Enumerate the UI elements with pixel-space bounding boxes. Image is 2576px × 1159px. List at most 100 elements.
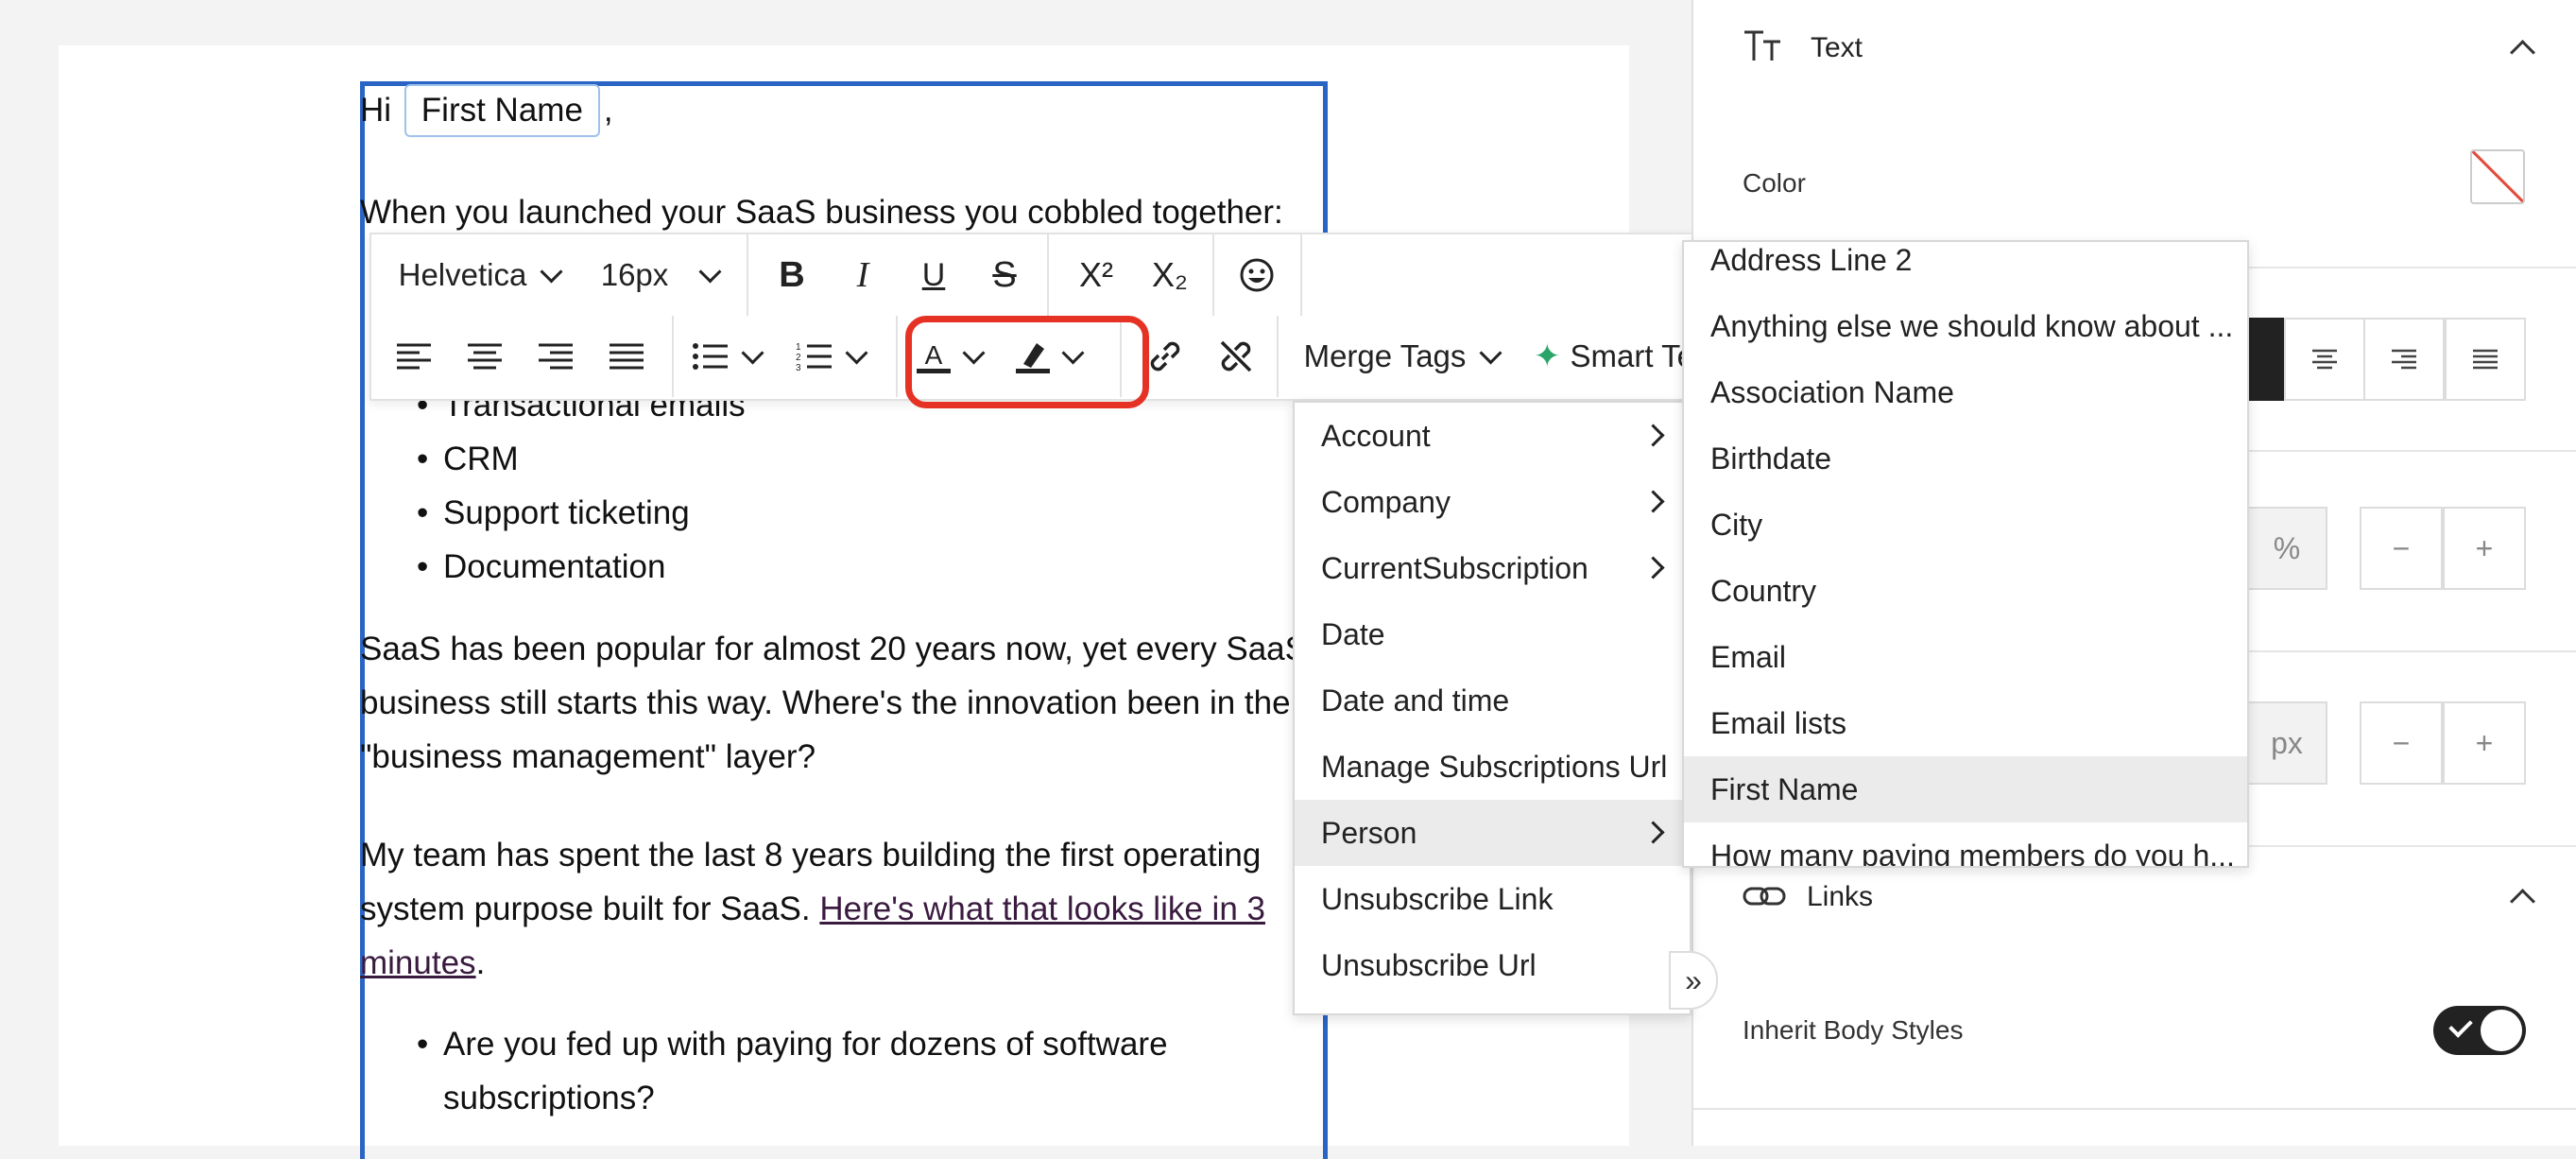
menu-item-paying-members[interactable]: How many paying members do you h... bbox=[1684, 822, 2247, 866]
divider bbox=[1300, 234, 1302, 316]
paragraph-line: "business management" layer? bbox=[360, 738, 816, 775]
menu-item-date-and-time[interactable]: Date and time bbox=[1295, 667, 1690, 734]
list-item: • Are you fed up with paying for dozens … bbox=[360, 1017, 1305, 1125]
menu-item-first-name[interactable]: First Name bbox=[1684, 756, 2247, 822]
list-item-text: Are you fed up with paying for dozens of… bbox=[443, 1026, 1168, 1063]
person-submenu: Address Line 2 Anything else we should k… bbox=[1682, 240, 2249, 868]
svg-text:3: 3 bbox=[796, 363, 801, 372]
menu-item-label: Manage Subscriptions Url bbox=[1321, 750, 1668, 784]
font-family-select[interactable]: Helvetica bbox=[394, 234, 564, 316]
list-item-text: subscriptions? bbox=[443, 1080, 655, 1116]
menu-item-city[interactable]: City bbox=[1684, 492, 2247, 558]
menu-item-country[interactable]: Country bbox=[1684, 558, 2247, 624]
menu-item-birthdate[interactable]: Birthdate bbox=[1684, 425, 2247, 492]
menu-item-unsubscribe-link[interactable]: Unsubscribe Link bbox=[1295, 866, 1690, 932]
video-link[interactable]: Here's what that looks like in 3 bbox=[819, 891, 1265, 927]
divider bbox=[896, 316, 898, 397]
intro-line: When you launched your SaaS business you… bbox=[360, 194, 1283, 231]
align-left-active[interactable] bbox=[2246, 318, 2284, 401]
menu-item-association-name[interactable]: Association Name bbox=[1684, 359, 2247, 425]
divider bbox=[747, 234, 748, 316]
menu-item-current-subscription[interactable]: CurrentSubscription bbox=[1295, 535, 1690, 601]
menu-item-label: Company bbox=[1321, 485, 1451, 519]
menu-item-label: Date bbox=[1321, 617, 1385, 651]
unlink-icon[interactable] bbox=[1203, 316, 1269, 397]
paragraph-line: minutes. bbox=[360, 936, 1305, 990]
menu-item-manage-subscriptions-url[interactable]: Manage Subscriptions Url bbox=[1295, 734, 1690, 800]
chevron-down-icon bbox=[698, 259, 722, 284]
menu-item-account[interactable]: Account bbox=[1295, 403, 1690, 469]
merge-tags-menu: Account Company CurrentSubscription Date… bbox=[1293, 401, 1692, 1015]
paragraph-line: system purpose built for SaaS. Here's wh… bbox=[360, 882, 1305, 936]
menu-item-anything-else[interactable]: Anything else we should know about ... bbox=[1684, 293, 2247, 359]
divider bbox=[1277, 316, 1279, 397]
strikethrough-button[interactable]: S bbox=[971, 234, 1038, 316]
divider bbox=[672, 316, 674, 397]
paragraph-line: business still starts this way. Where's … bbox=[360, 684, 1291, 721]
menu-item-label: Account bbox=[1321, 419, 1431, 453]
check-icon bbox=[2448, 1013, 2473, 1038]
italic-button[interactable]: I bbox=[830, 234, 896, 316]
decrease-button[interactable]: − bbox=[2360, 507, 2443, 590]
increase-button[interactable]: + bbox=[2443, 701, 2526, 785]
video-link-continued[interactable]: minutes bbox=[360, 944, 476, 981]
align-right-icon[interactable] bbox=[2363, 318, 2445, 401]
bullet-list-2: • Are you fed up with paying for dozens … bbox=[360, 1017, 1305, 1125]
numbered-list-button[interactable]: 123 bbox=[787, 316, 872, 397]
inherit-body-styles-label: Inherit Body Styles bbox=[1743, 1015, 1964, 1045]
align-center-icon[interactable] bbox=[2284, 318, 2365, 401]
greeting-line: Hi First Name, bbox=[360, 83, 613, 137]
chevron-down-icon bbox=[844, 340, 868, 365]
menu-item-label: CurrentSubscription bbox=[1321, 551, 1589, 585]
align-justify-icon[interactable] bbox=[593, 316, 660, 397]
menu-item-address-line-2[interactable]: Address Line 2 bbox=[1684, 242, 2247, 293]
menu-item-company[interactable]: Company bbox=[1295, 469, 1690, 535]
menu-item-email-lists[interactable]: Email lists bbox=[1684, 690, 2247, 756]
greeting-prefix: Hi bbox=[360, 92, 392, 129]
collapse-text-icon[interactable] bbox=[2510, 40, 2535, 65]
font-family-value: Helvetica bbox=[398, 257, 527, 292]
collapse-links-icon[interactable] bbox=[2510, 889, 2535, 914]
font-size-select[interactable]: 16px bbox=[579, 234, 740, 316]
align-left-icon[interactable] bbox=[381, 316, 447, 397]
chevron-down-icon bbox=[1479, 340, 1503, 365]
chevron-down-icon bbox=[540, 259, 563, 284]
paragraph-line: My team has spent the last 8 years build… bbox=[360, 837, 1262, 874]
bullet-list-button[interactable] bbox=[683, 316, 768, 397]
superscript-button[interactable]: X² bbox=[1061, 234, 1131, 316]
bullet-dot: • bbox=[417, 1026, 429, 1063]
increase-button[interactable]: + bbox=[2443, 507, 2526, 590]
merge-tags-label: Merge Tags bbox=[1303, 338, 1467, 373]
align-center-icon[interactable] bbox=[452, 316, 518, 397]
emoji-icon[interactable] bbox=[1222, 234, 1292, 316]
merge-tag-chip[interactable]: First Name bbox=[404, 84, 600, 137]
menu-item-label: Unsubscribe Url bbox=[1321, 948, 1537, 982]
align-right-icon[interactable] bbox=[523, 316, 589, 397]
menu-item-email[interactable]: Email bbox=[1684, 624, 2247, 690]
smart-text-label: Smart Te bbox=[1570, 338, 1694, 373]
chevron-down-icon bbox=[740, 340, 764, 365]
paragraph-line: SaaS has been popular for almost 20 year… bbox=[360, 631, 1305, 667]
bold-button[interactable]: B bbox=[759, 234, 825, 316]
unit-px: px bbox=[2246, 701, 2327, 785]
align-justify-icon[interactable] bbox=[2445, 318, 2526, 401]
paragraph-2: SaaS has been popular for almost 20 year… bbox=[360, 622, 1305, 784]
divider bbox=[1047, 234, 1049, 316]
menu-item-date[interactable]: Date bbox=[1295, 601, 1690, 667]
inherit-body-styles-toggle[interactable] bbox=[2433, 1006, 2526, 1055]
subscript-button[interactable]: X₂ bbox=[1135, 234, 1205, 316]
menu-item-label: Person bbox=[1321, 816, 1417, 850]
color-swatch[interactable] bbox=[2470, 149, 2525, 204]
underline-button[interactable]: U bbox=[901, 234, 967, 316]
chevron-right-icon bbox=[1641, 556, 1665, 580]
links-section-title: Links bbox=[1807, 881, 1874, 912]
merge-tags-button[interactable]: Merge Tags bbox=[1289, 316, 1514, 397]
menu-item-unsubscribe-url[interactable]: Unsubscribe Url bbox=[1295, 932, 1690, 998]
chevron-right-icon bbox=[1641, 424, 1665, 447]
unit-percent: % bbox=[2246, 507, 2327, 590]
decrease-button[interactable]: − bbox=[2360, 701, 2443, 785]
paragraph-3: My team has spent the last 8 years build… bbox=[360, 828, 1305, 990]
period: . bbox=[475, 944, 486, 981]
menu-item-person[interactable]: Person bbox=[1295, 800, 1690, 866]
link-icon bbox=[1743, 877, 1786, 920]
